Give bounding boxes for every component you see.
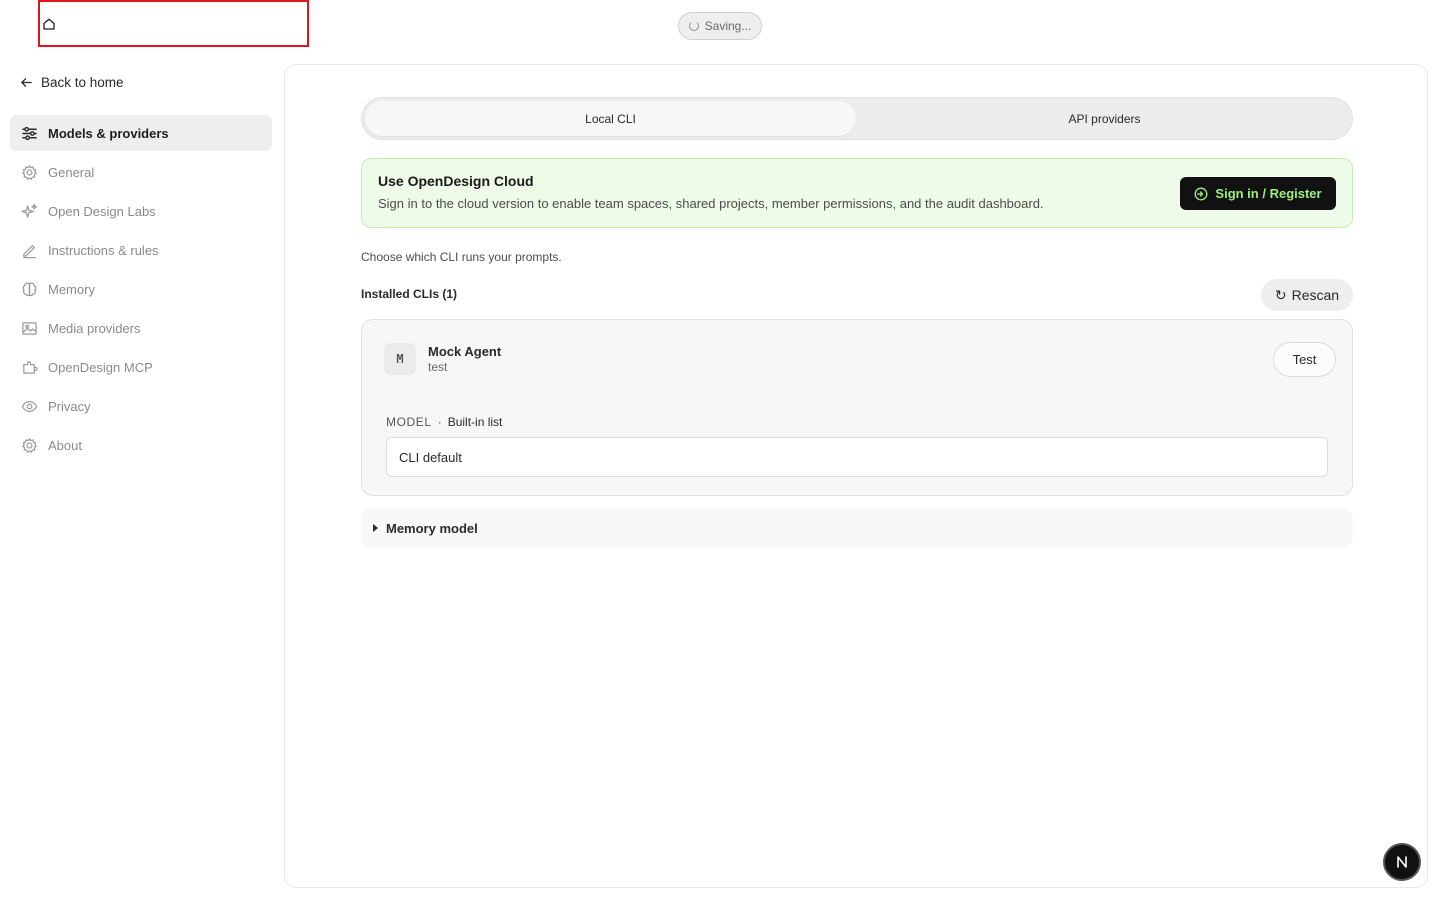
sign-in-label: Sign in / Register: [1215, 186, 1322, 201]
tab-api-providers[interactable]: API providers: [859, 101, 1350, 136]
back-label: Back to home: [41, 74, 124, 90]
sidebar-item-label: Instructions & rules: [48, 242, 159, 258]
image-icon: [22, 321, 37, 335]
brain-icon: [22, 282, 37, 296]
sidebar-item-general[interactable]: General: [10, 154, 272, 190]
arrow-left-icon: [21, 77, 32, 87]
memory-model-disclosure[interactable]: Memory model: [361, 508, 1353, 548]
memory-model-label: Memory model: [386, 520, 478, 536]
sidebar-item-label: Memory: [48, 281, 95, 297]
model-row: MODEL · Built-in list: [386, 415, 502, 429]
sidebar-item-label: Models & providers: [48, 125, 169, 141]
sidebar-item-label: Privacy: [48, 398, 91, 414]
sidebar-item-memory[interactable]: Memory: [10, 271, 272, 307]
model-label: MODEL: [386, 415, 432, 429]
test-button[interactable]: Test: [1273, 342, 1336, 377]
sidebar-item-opendesign-mcp[interactable]: OpenDesign MCP: [10, 349, 272, 385]
sidebar-item-privacy[interactable]: Privacy: [10, 388, 272, 424]
next-dev-tools-button[interactable]: [1383, 843, 1421, 881]
sidebar-item-models-providers[interactable]: Models & providers: [10, 115, 272, 151]
sidebar-item-instructions-rules[interactable]: Instructions & rules: [10, 232, 272, 268]
saving-indicator: Saving...: [678, 12, 762, 40]
banner-title: Use OpenDesign Cloud: [378, 173, 534, 189]
saving-label: Saving...: [704, 19, 752, 33]
rescan-button[interactable]: ↻ Rescan: [1261, 279, 1353, 311]
cli-card: M Mock Agent test Test MODEL · Built-in …: [361, 319, 1353, 496]
sidebar-item-label: Media providers: [48, 320, 141, 336]
installed-clis-heading: Installed CLIs (1): [361, 287, 458, 301]
tab-local-cli[interactable]: Local CLI: [365, 101, 856, 136]
sidebar-item-label: Open Design Labs: [48, 203, 156, 219]
login-icon: [1194, 187, 1208, 200]
gear-icon: [21, 437, 38, 453]
model-select[interactable]: CLI default: [386, 437, 1328, 477]
home-highlight-box: [38, 0, 309, 47]
settings-nav: Models & providers General Open Design L…: [10, 115, 272, 466]
avatar: M: [384, 343, 416, 375]
sidebar-item-label: About: [48, 437, 82, 453]
sliders-icon: [22, 126, 37, 140]
choose-cli-text: Choose which CLI runs your prompts.: [361, 250, 562, 264]
sidebar-item-open-design-labs[interactable]: Open Design Labs: [10, 193, 272, 229]
pencil-icon: [23, 244, 36, 258]
banner-description: Sign in to the cloud version to enable t…: [378, 196, 1044, 211]
model-separator: ·: [437, 415, 442, 429]
cli-name: Mock Agent: [428, 344, 502, 359]
sign-in-register-button[interactable]: Sign in / Register: [1180, 177, 1336, 210]
sidebar-item-about[interactable]: About: [10, 427, 272, 463]
sidebar-item-label: General: [48, 164, 95, 180]
rescan-label: Rescan: [1291, 287, 1340, 303]
home-icon[interactable]: [42, 17, 56, 31]
cli-subtitle: test: [428, 360, 448, 374]
cloud-banner: Use OpenDesign Cloud Sign in to the clou…: [361, 158, 1353, 228]
eye-icon: [21, 400, 38, 412]
sidebar-item-media-providers[interactable]: Media providers: [10, 310, 272, 346]
gear-icon: [21, 164, 38, 180]
sidebar-item-label: OpenDesign MCP: [48, 359, 153, 375]
model-source: Built-in list: [447, 415, 503, 429]
cli-mode-tabs: Local CLI API providers: [361, 97, 1353, 140]
sparkle-icon: [21, 203, 38, 218]
caret-right-icon: [373, 524, 378, 532]
refresh-icon: ↻: [1274, 286, 1287, 303]
n-logo-icon: [1397, 856, 1407, 868]
plugin-icon: [23, 360, 38, 374]
spinner-icon: [688, 21, 699, 31]
back-to-home-link[interactable]: Back to home: [20, 72, 124, 92]
settings-panel: Local CLI API providers Use OpenDesign C…: [284, 64, 1428, 888]
